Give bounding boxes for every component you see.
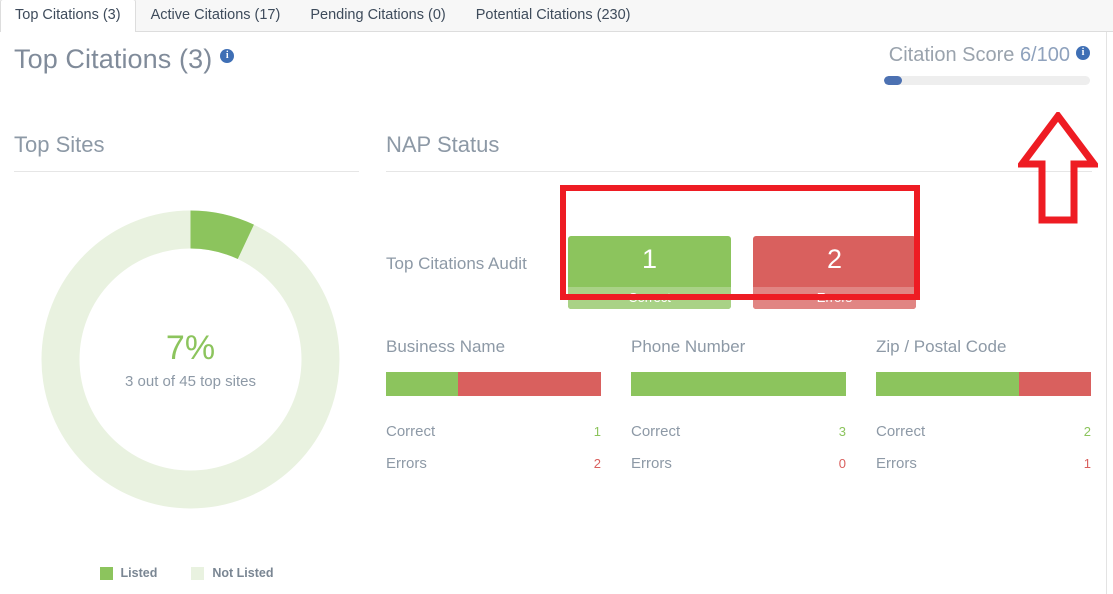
top-sites-donut-chart: 7% 3 out of 45 top sites xyxy=(35,204,346,515)
metric-business-name-bar-correct xyxy=(386,372,458,396)
donut-legend: Listed Not Listed xyxy=(14,566,359,580)
metric-business-name-bar xyxy=(386,372,601,396)
page-title: Top Citations (3) i xyxy=(14,44,235,75)
tab-potential-citations-label: Potential Citations (230) xyxy=(475,7,631,23)
annotation-arrow-up-icon xyxy=(1015,110,1101,224)
tab-top-citations[interactable]: Top Citations (3) xyxy=(0,0,136,32)
metric-zip-postal-code-bar xyxy=(876,372,1091,396)
tab-potential-citations[interactable]: Potential Citations (230) xyxy=(461,0,646,32)
legend-item-not-listed: Not Listed xyxy=(191,566,273,580)
metric-row-errors: Errors 0 xyxy=(631,448,846,480)
metric-phone-number: Phone Number Correct 3 Errors 0 xyxy=(631,337,846,480)
tab-top-citations-label: Top Citations (3) xyxy=(15,7,121,23)
nap-metric-columns: Business Name Correct 1 Errors 2 Phone N… xyxy=(386,337,1092,480)
metric-zip-postal-code-correct-label: Correct xyxy=(876,423,926,440)
nap-status-divider xyxy=(386,171,1092,172)
metric-zip-postal-code-bar-errors xyxy=(1019,372,1091,396)
metric-phone-number-bar-correct xyxy=(631,372,846,396)
metric-business-name-rows: Correct 1 Errors 2 xyxy=(386,416,601,480)
metric-zip-postal-code: Zip / Postal Code Correct 2 Errors 1 xyxy=(876,337,1091,480)
metric-phone-number-errors-value: 0 xyxy=(838,456,846,471)
arrow-up-svg xyxy=(1015,110,1101,224)
metric-business-name-correct-value: 1 xyxy=(593,424,601,439)
tab-active-citations[interactable]: Active Citations (17) xyxy=(136,0,296,32)
top-citations-audit-row: Top Citations Audit 1 Correct 2 Errors xyxy=(386,222,1092,332)
donut-percent: 7% xyxy=(165,329,216,367)
top-sites-divider xyxy=(14,171,359,172)
metric-row-errors: Errors 2 xyxy=(386,448,601,480)
page-title-text: Top Citations (3) xyxy=(14,44,213,74)
donut-subtext: 3 out of 45 top sites xyxy=(125,373,256,390)
citation-score-text: Citation Score xyxy=(888,44,1015,66)
citation-score-info-icon[interactable]: i xyxy=(1076,46,1090,60)
metric-business-name: Business Name Correct 1 Errors 2 xyxy=(386,337,601,480)
audit-card-correct-value: 1 xyxy=(641,244,658,274)
nap-status-heading: NAP Status xyxy=(386,132,500,157)
citation-score-progress-track xyxy=(884,76,1090,85)
metric-zip-postal-code-rows: Correct 2 Errors 1 xyxy=(876,416,1091,480)
citation-score-value: 6/100 xyxy=(1019,44,1070,66)
citation-score-progress-fill xyxy=(884,76,902,85)
metric-zip-postal-code-errors-value: 1 xyxy=(1083,456,1091,471)
metric-row-errors: Errors 1 xyxy=(876,448,1091,480)
metric-phone-number-errors-label: Errors xyxy=(631,455,672,472)
audit-card-errors[interactable]: 2 Errors xyxy=(753,236,916,309)
audit-card-errors-caption: Errors xyxy=(753,287,916,309)
metric-row-correct: Correct 1 xyxy=(386,416,601,448)
metric-business-name-correct-label: Correct xyxy=(386,423,436,440)
metric-phone-number-rows: Correct 3 Errors 0 xyxy=(631,416,846,480)
tab-active-citations-label: Active Citations (17) xyxy=(150,7,281,23)
info-icon[interactable]: i xyxy=(220,49,235,63)
audit-card-correct-caption: Correct xyxy=(568,287,731,309)
metric-business-name-title: Business Name xyxy=(386,337,506,356)
citation-score-label: Citation Score 6/100 i xyxy=(878,44,1090,67)
top-citations-audit-label: Top Citations Audit xyxy=(386,254,527,273)
metric-zip-postal-code-bar-correct xyxy=(876,372,1020,396)
legend-label-not-listed: Not Listed xyxy=(212,566,274,580)
legend-swatch-not-listed xyxy=(191,566,205,580)
legend-swatch-listed xyxy=(99,566,113,580)
audit-cards: 1 Correct 2 Errors xyxy=(568,236,916,309)
citation-score-block: Citation Score 6/100 i xyxy=(878,44,1090,85)
tab-pending-citations[interactable]: Pending Citations (0) xyxy=(295,0,460,32)
metric-phone-number-correct-value: 3 xyxy=(838,424,846,439)
metric-business-name-errors-label: Errors xyxy=(386,455,427,472)
metric-row-correct: Correct 2 xyxy=(876,416,1091,448)
citations-tab-bar: Top Citations (3) Active Citations (17) … xyxy=(0,0,1113,32)
tab-pending-citations-label: Pending Citations (0) xyxy=(310,7,446,23)
metric-row-correct: Correct 3 xyxy=(631,416,846,448)
metric-phone-number-title: Phone Number xyxy=(631,337,746,356)
metric-phone-number-bar xyxy=(631,372,846,396)
audit-card-errors-value: 2 xyxy=(826,244,843,274)
metric-phone-number-correct-label: Correct xyxy=(631,423,681,440)
audit-card-correct[interactable]: 1 Correct xyxy=(568,236,731,309)
metric-business-name-errors-value: 2 xyxy=(593,456,601,471)
metric-zip-postal-code-correct-value: 2 xyxy=(1083,424,1091,439)
metric-zip-postal-code-title: Zip / Postal Code xyxy=(876,337,1007,356)
citations-panel: Top Citations (3) i Citation Score 6/100 i… xyxy=(0,32,1107,594)
top-sites-heading: Top Sites xyxy=(14,132,105,157)
legend-item-listed: Listed xyxy=(99,566,158,580)
donut-center-labels: 7% 3 out of 45 top sites xyxy=(35,204,346,515)
legend-label-listed: Listed xyxy=(120,566,158,580)
metric-business-name-bar-errors xyxy=(457,372,601,396)
metric-zip-postal-code-errors-label: Errors xyxy=(876,455,917,472)
